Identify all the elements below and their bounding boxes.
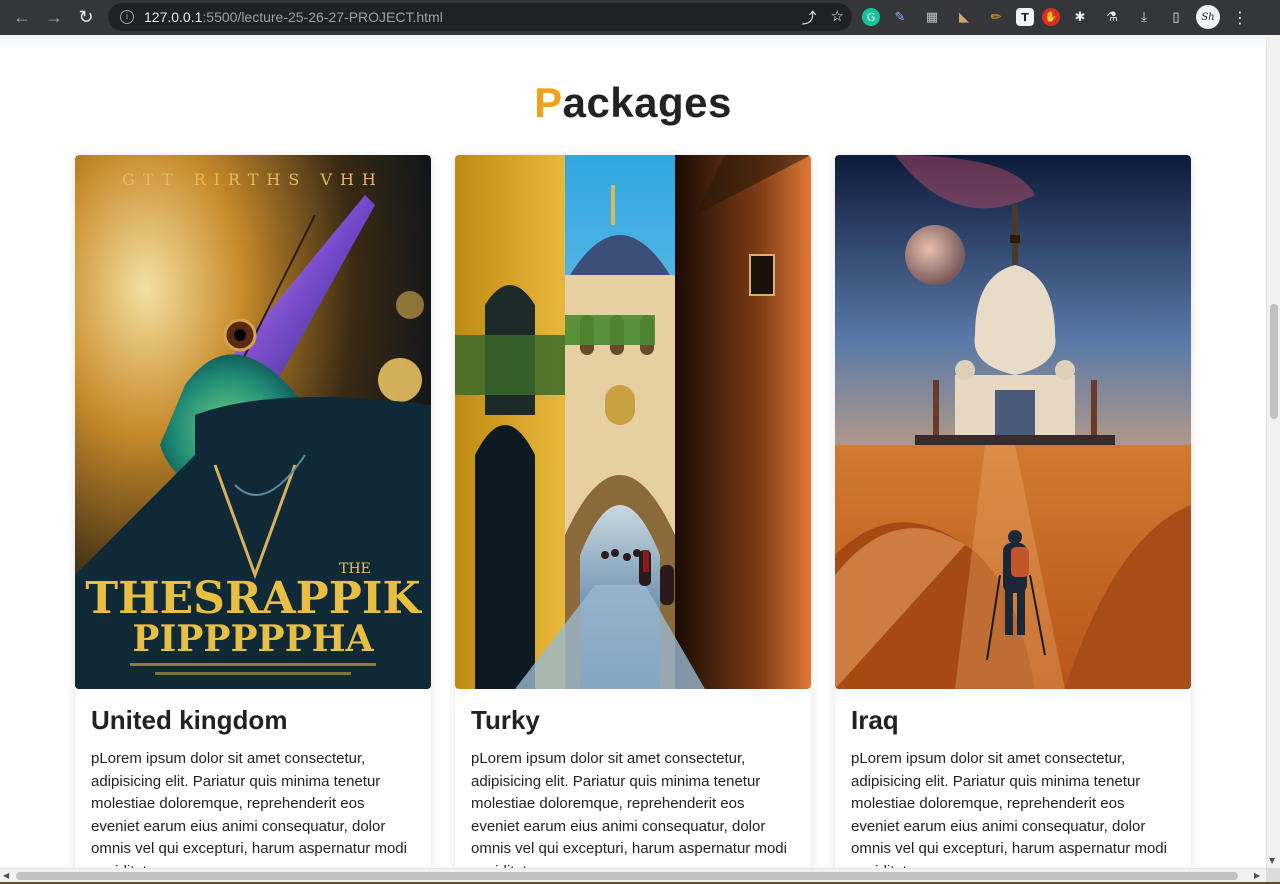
turkey-street-image	[455, 155, 811, 689]
extension-icon[interactable]: ▦	[920, 5, 944, 29]
package-description: pLorem ipsum dolor sit amet consectetur,…	[851, 750, 1167, 868]
package-cards: GTT RIRTHS VHH THE THESRAPPIK PIPPPPPHA …	[75, 155, 1191, 868]
download-icon[interactable]: ⤓	[1132, 5, 1156, 29]
profile-avatar[interactable]: Sh	[1196, 5, 1220, 29]
site-info-icon[interactable]: i	[120, 10, 134, 24]
extension-icon[interactable]: ✋	[1042, 8, 1060, 26]
page-content: Packages GTT RIRTHS VHH THE THESRAPPIK P…	[0, 47, 1266, 868]
scrollbar-corner: ▼	[1266, 856, 1280, 882]
flask-icon[interactable]: ⚗	[1100, 5, 1124, 29]
package-title: United kingdom	[91, 705, 288, 735]
scroll-right-arrow-icon[interactable]: ▶	[1254, 871, 1260, 880]
back-arrow-icon[interactable]: ←	[6, 1, 38, 33]
extension-icon[interactable]: T	[1016, 8, 1034, 26]
vertical-scrollbar[interactable]	[1266, 39, 1280, 868]
address-bar[interactable]: i 127.0.0.1:5500/lecture-25-26-27-PROJEC…	[108, 3, 852, 31]
package-image: GTT RIRTHS VHH THE THESRAPPIK PIPPPPPHA	[75, 155, 431, 689]
chameleon-poster-image: GTT RIRTHS VHH THE THESRAPPIK PIPPPPPHA	[75, 155, 431, 689]
package-image	[455, 155, 811, 689]
poster-title-line2: PIPPPPPHA	[132, 618, 374, 660]
package-title: Turky	[471, 705, 540, 735]
package-image	[835, 155, 1191, 689]
url-text[interactable]: 127.0.0.1:5500/lecture-25-26-27-PROJECT.…	[144, 9, 443, 25]
bookmark-star-icon[interactable]: ☆	[831, 7, 844, 28]
package-description: pLorem ipsum dolor sit amet consectetur,…	[471, 750, 787, 868]
page-top-strip	[0, 39, 1266, 47]
browser-toolbar: ← → ↻ i 127.0.0.1:5500/lecture-25-26-27-…	[0, 0, 1280, 35]
scroll-down-arrow-icon[interactable]: ▼	[1269, 856, 1275, 865]
scroll-left-arrow-icon[interactable]: ◀	[3, 871, 9, 880]
package-title: Iraq	[851, 705, 899, 735]
extension-icon[interactable]: ◣	[952, 5, 976, 29]
iraq-desert-image	[835, 155, 1191, 689]
poster-top-text: GTT RIRTHS VHH	[122, 170, 384, 189]
extensions-bar: G ✎ ▦ ◣ ✏ T ✋ ✱ ⚗ ⤓ ▯ Sh ⋮	[862, 5, 1252, 29]
share-icon[interactable]: ⤴	[802, 7, 817, 28]
package-card[interactable]: Turky pLorem ipsum dolor sit amet consec…	[455, 155, 811, 868]
package-card[interactable]: Iraq pLorem ipsum dolor sit amet consect…	[835, 155, 1191, 868]
forward-arrow-icon[interactable]: →	[38, 1, 70, 33]
vertical-scroll-thumb[interactable]	[1270, 304, 1278, 419]
package-card[interactable]: GTT RIRTHS VHH THE THESRAPPIK PIPPPPPHA …	[75, 155, 431, 868]
horizontal-scroll-thumb[interactable]	[16, 872, 1238, 880]
poster-title-line1: THESRAPPIK	[85, 573, 422, 624]
reload-icon[interactable]: ↻	[70, 1, 102, 33]
puzzle-icon[interactable]: ✱	[1068, 5, 1092, 29]
pencil-icon[interactable]: ✏	[984, 5, 1008, 29]
sidepanel-icon[interactable]: ▯	[1164, 5, 1188, 29]
grammarly-icon[interactable]: G	[862, 8, 880, 26]
packages-heading: Packages	[534, 79, 732, 126]
more-menu-icon[interactable]: ⋮	[1228, 5, 1252, 29]
horizontal-scrollbar[interactable]: ◀ ▶	[0, 868, 1266, 882]
eyedropper-icon[interactable]: ✎	[888, 5, 912, 29]
package-description: pLorem ipsum dolor sit amet consectetur,…	[91, 750, 407, 868]
